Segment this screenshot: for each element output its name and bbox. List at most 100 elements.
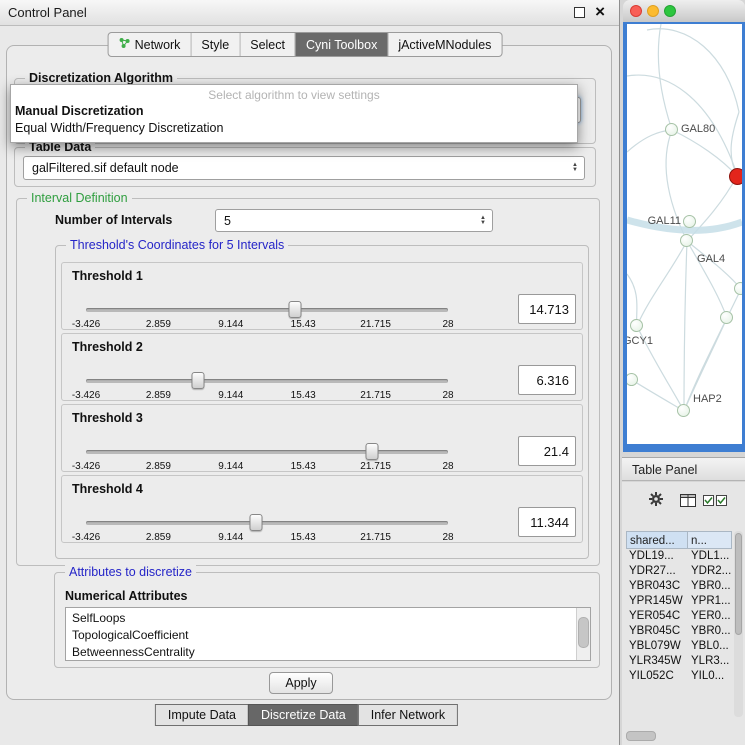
cell-name: YIL0... bbox=[688, 669, 732, 684]
table-horizontal-scrollbar[interactable] bbox=[626, 731, 656, 741]
slider-thumb[interactable] bbox=[288, 301, 301, 318]
cell-shared-name: YBR043C bbox=[626, 579, 688, 594]
node-circle bbox=[720, 311, 733, 324]
dropdown-options: Manual DiscretizationEqual Width/Frequen… bbox=[11, 103, 577, 137]
slider-thumb[interactable] bbox=[365, 443, 378, 460]
attributes-scrollbar[interactable] bbox=[576, 608, 590, 660]
table-row[interactable]: YDR27... YDR2... bbox=[626, 564, 732, 579]
threshold-label: Threshold 4 bbox=[72, 482, 143, 496]
table-data-select[interactable]: galFiltered.sif default node ▲▼ bbox=[23, 156, 585, 180]
column-header-shared-name[interactable]: shared... bbox=[626, 531, 688, 549]
slider-track[interactable] bbox=[86, 450, 448, 454]
threshold-list: Threshold 1 -3.4262.8599.14415.4321.7152… bbox=[61, 262, 583, 546]
threshold-label: Threshold 2 bbox=[72, 340, 143, 354]
control-panel-titlebar: Control Panel × bbox=[0, 0, 619, 26]
cell-shared-name: YER054C bbox=[626, 609, 688, 624]
table-row[interactable]: YLR345W YLR3... bbox=[626, 654, 732, 669]
num-intervals-value: 5 bbox=[224, 214, 231, 228]
table-row[interactable]: YBL079W YBL0... bbox=[626, 639, 732, 654]
table-row[interactable]: YDL19... YDL1... bbox=[626, 549, 732, 564]
tick-label: 21.715 bbox=[360, 319, 391, 330]
slider-track[interactable] bbox=[86, 521, 448, 525]
bottom-tab[interactable]: Impute Data bbox=[155, 704, 249, 726]
slider-track[interactable] bbox=[86, 379, 448, 383]
tab[interactable]: jActiveMNodules bbox=[387, 33, 501, 56]
threshold-slider[interactable] bbox=[86, 372, 448, 390]
attribute-item[interactable]: BetweennessCentrality bbox=[66, 644, 590, 661]
threshold-slider[interactable] bbox=[86, 443, 448, 461]
attribute-item[interactable]: TopologicalCoefficient bbox=[66, 627, 590, 644]
bottom-tabbar: Impute DataDiscretize DataInfer Network bbox=[156, 704, 458, 726]
node-circle bbox=[677, 404, 690, 417]
combo-arrows-icon: ▲▼ bbox=[480, 216, 486, 226]
tab[interactable]: Cyni Toolbox bbox=[295, 33, 387, 56]
slider-thumb[interactable] bbox=[192, 372, 205, 389]
tab[interactable]: Select bbox=[239, 33, 295, 56]
tab-label: jActiveMNodules bbox=[398, 38, 491, 52]
table-row[interactable]: YIL052C YIL0... bbox=[626, 669, 732, 684]
slider-thumb[interactable] bbox=[250, 514, 263, 531]
scrollbar-thumb[interactable] bbox=[735, 533, 742, 635]
dropdown-option[interactable]: Manual Discretization bbox=[11, 103, 577, 120]
tick-label: 28 bbox=[442, 390, 453, 401]
group-title-thresholds: Threshold's Coordinates for 5 Intervals bbox=[66, 238, 288, 252]
select-columns-checkboxes-icon[interactable] bbox=[703, 495, 727, 506]
threshold-value-field[interactable] bbox=[518, 507, 576, 537]
table-row[interactable]: YER054C YER0... bbox=[626, 609, 732, 624]
node-label: GAL80 bbox=[681, 123, 715, 135]
combo-arrows-icon: ▲▼ bbox=[572, 163, 578, 173]
show-columns-icon[interactable] bbox=[680, 494, 696, 507]
threshold-value-field[interactable] bbox=[518, 436, 576, 466]
dropdown-option[interactable]: Equal Width/Frequency Discretization bbox=[11, 120, 577, 137]
settings-gear-icon[interactable] bbox=[648, 491, 664, 507]
threshold-slider[interactable] bbox=[86, 301, 448, 319]
mac-titlebar bbox=[623, 0, 745, 23]
attribute-item[interactable]: SelfLoops bbox=[66, 610, 590, 627]
bottom-tab[interactable]: Discretize Data bbox=[248, 704, 359, 726]
cell-name: YBL0... bbox=[688, 639, 732, 654]
table-vertical-scrollbar[interactable] bbox=[734, 531, 743, 717]
table-row[interactable]: YPR145W YPR1... bbox=[626, 594, 732, 609]
cell-name: YBR0... bbox=[688, 579, 732, 594]
tick-label: 2.859 bbox=[146, 390, 171, 401]
tab-label: Network bbox=[135, 38, 181, 52]
slider-track[interactable] bbox=[86, 308, 448, 312]
threshold-panel: Threshold 1 -3.4262.8599.14415.4321.7152… bbox=[61, 262, 583, 330]
interval-definition-group: Interval Definition Number of Intervals … bbox=[16, 198, 600, 566]
tab[interactable]: Network bbox=[109, 33, 191, 56]
close-icon[interactable]: × bbox=[595, 6, 605, 18]
top-tabbar: Network Style Select Cyni Toolbox jActiv… bbox=[108, 32, 503, 57]
slider-scale: -3.4262.8599.14415.4321.71528 bbox=[86, 532, 448, 544]
slider-scale: -3.4262.8599.14415.4321.71528 bbox=[86, 319, 448, 331]
numerical-attributes-list[interactable]: SelfLoopsTopologicalCoefficientBetweenne… bbox=[65, 607, 591, 661]
zoom-traffic-light-icon[interactable] bbox=[664, 5, 676, 17]
bottom-tab[interactable]: Infer Network bbox=[358, 704, 458, 726]
table-row[interactable]: YBR045C YBR0... bbox=[626, 624, 732, 639]
column-header-name[interactable]: n... bbox=[688, 531, 732, 549]
threshold-value-field[interactable] bbox=[518, 294, 576, 324]
num-intervals-select[interactable]: 5 ▲▼ bbox=[215, 209, 493, 232]
table-row[interactable]: YBR043C YBR0... bbox=[626, 579, 732, 594]
table-panel-titlebar: Table Panel bbox=[622, 457, 745, 481]
dropdown-placeholder: Select algorithm to view settings bbox=[11, 87, 577, 103]
scrollbar-thumb[interactable] bbox=[578, 617, 589, 648]
tick-label: 21.715 bbox=[360, 390, 391, 401]
threshold-value-field[interactable] bbox=[518, 365, 576, 395]
minimize-traffic-light-icon[interactable] bbox=[647, 5, 659, 17]
node-circle bbox=[734, 282, 742, 295]
tab[interactable]: Style bbox=[190, 33, 239, 56]
network-canvas[interactable]: GAL80 GAL11 GAL4 bbox=[627, 24, 742, 444]
cell-shared-name: YPR145W bbox=[626, 594, 688, 609]
threshold-slider[interactable] bbox=[86, 514, 448, 532]
close-traffic-light-icon[interactable] bbox=[630, 5, 642, 17]
node-circle bbox=[683, 215, 696, 228]
node-circle bbox=[630, 319, 643, 332]
table-panel-title: Table Panel bbox=[632, 463, 697, 477]
apply-button[interactable]: Apply bbox=[269, 672, 333, 694]
group-title-discretization-algorithm: Discretization Algorithm bbox=[25, 71, 177, 85]
cell-shared-name: YBR045C bbox=[626, 624, 688, 639]
tick-label: 21.715 bbox=[360, 532, 391, 543]
float-window-icon[interactable] bbox=[574, 7, 585, 18]
network-view-window: GAL80 GAL11 GAL4 bbox=[623, 0, 745, 452]
table-rows: YDL19... YDL1... YDR27... YDR2... YBR043… bbox=[626, 549, 732, 684]
